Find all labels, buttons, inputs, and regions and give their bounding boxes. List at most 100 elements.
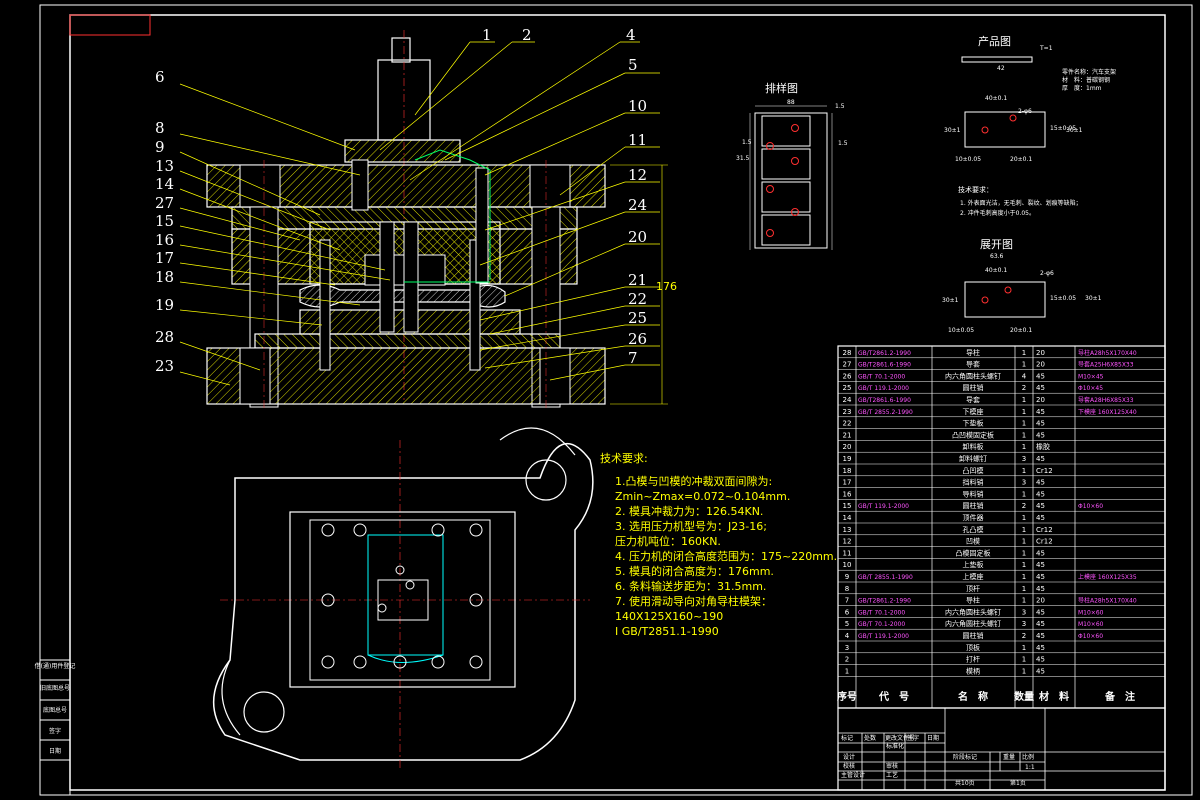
bom-cell-note: Φ10×45 [1078, 385, 1103, 392]
bom-cell-name: 下垫板 [963, 419, 984, 428]
part-label-right-8: 25 [628, 309, 647, 327]
tech-req-title: 技术要求: [600, 452, 648, 465]
bom-cell-note: 导套A25H6X85X33 [1078, 361, 1134, 369]
bom-cell-name: 凸凹模 [963, 466, 984, 475]
bom-cell-mat: 20 [1036, 597, 1045, 605]
bom-cell-qty: 1 [1022, 467, 1026, 475]
bom-header-name: 名 称 [958, 690, 988, 703]
bom-cell-code: GB/T2861.2-1990 [858, 598, 911, 605]
bom-cell-no: 1 [845, 667, 849, 675]
bom-cell-mat: 45 [1036, 573, 1045, 581]
bom-cell-qty: 1 [1022, 361, 1026, 369]
tech-req-line-0: 1.凸模与凹模的冲裁双面间隙为: [615, 474, 772, 488]
bom-cell-name: 凹模 [966, 537, 980, 546]
bom-cell-qty: 1 [1022, 396, 1026, 404]
bom-cell-no: 15 [843, 502, 852, 510]
product-title: 产品图 [978, 34, 1011, 48]
part-label-right-0: 5 [628, 56, 638, 74]
bom-cell-no: 14 [843, 514, 852, 522]
bom-cell-code: GB/T 119.1-2000 [858, 503, 909, 510]
bom-cell-no: 19 [843, 455, 852, 463]
bom-cell-name: 顶板 [966, 643, 980, 652]
bom-header-code: 代 号 [878, 690, 909, 703]
left-strip-4: 日期 [49, 747, 61, 755]
bom-cell-no: 13 [843, 526, 852, 534]
bom-cell-name: 上模座 [963, 572, 984, 581]
bom-cell-qty: 1 [1022, 349, 1026, 357]
tech-req-line-4: 压力机吨位：160KN. [615, 534, 721, 548]
bom-cell-no: 25 [843, 384, 852, 392]
bom-cell-name: 导柱 [966, 348, 980, 357]
bom-cell-mat: 45 [1036, 502, 1045, 510]
bom-cell-mat: 45 [1036, 608, 1045, 616]
part-label-top-0: 1 [482, 26, 492, 44]
tb-sheet-no: 第1页 [1010, 779, 1026, 787]
bom-cell-mat: 20 [1036, 349, 1045, 357]
bom-header-note: 备 注 [1104, 690, 1135, 703]
bom-cell-no: 7 [845, 597, 849, 605]
bom-cell-mat: 20 [1036, 361, 1045, 369]
bom-cell-name: 凸凹模固定板 [952, 430, 994, 439]
tb-weight: 重量 [1003, 753, 1015, 761]
bom-cell-qty: 1 [1022, 490, 1026, 498]
product-thickness: T=1 [1039, 45, 1053, 52]
tech-req-line-8: 7. 使用滑动导向对角导柱模架： [615, 594, 772, 608]
part-label-left-10: 19 [155, 296, 174, 314]
bom-cell-code: GB/T2861.6-1990 [858, 362, 911, 369]
bom-cell-name: 卸料螺钉 [959, 454, 987, 463]
product-tech-1: 2. 冲件毛刺高度小于0.05。 [960, 209, 1035, 217]
part-label-right-2: 11 [628, 131, 647, 149]
bom-cell-mat: 45 [1036, 479, 1045, 487]
product-tech-0: 1. 外表面光洁，无毛刺、裂纹、划痕等缺陷； [960, 199, 1082, 207]
unfold-dim-c: 30±1 [942, 297, 959, 304]
product-dim-b: 2-φ6 [1018, 108, 1032, 115]
part-label-left-11: 28 [155, 328, 174, 346]
bom-cell-no: 24 [843, 396, 852, 404]
product-dim-c: 30±1 [944, 127, 961, 134]
bom-cell-no: 2 [845, 656, 849, 664]
left-strip-1: 旧底图总号 [40, 684, 70, 692]
bom-cell-code: GB/T 2855.1-1990 [858, 574, 913, 581]
part-label-left-7: 16 [155, 231, 174, 249]
tb-r1-1: 处数 [864, 734, 876, 742]
tech-requirements: 技术要求: 1.凸模与凹模的冲裁双面间隙为: Zmin~Zmax=0.072~0… [600, 452, 837, 638]
part-label-left-4: 14 [155, 175, 174, 193]
tb-sheets: 共10页 [955, 779, 975, 787]
bom-cell-name: 挡料销 [963, 478, 984, 487]
bom-cell-mat: 45 [1036, 632, 1045, 640]
bom-cell-qty: 1 [1022, 514, 1026, 522]
bom-cell-mat: 45 [1036, 514, 1045, 522]
bom-cell-note: 下模座 160X125X40 [1078, 408, 1137, 416]
strip-layout-title: 排样图 [765, 81, 798, 95]
bom-cell-qty: 3 [1022, 620, 1026, 628]
part-label-top-2: 4 [626, 26, 636, 44]
part-label-left-1: 8 [155, 119, 165, 137]
tech-req-line-5: 4. 压力机的闭合高度范围为：175~220mm. [615, 549, 837, 563]
bom-cell-no: 23 [843, 408, 852, 416]
unfold-dim-b: 2-φ6 [1040, 270, 1054, 277]
bom-cell-code: GB/T 119.1-2000 [858, 385, 909, 392]
bom-cell-no: 17 [843, 479, 852, 487]
bom-cell-mat: 45 [1036, 372, 1045, 380]
bom-cell-qty: 1 [1022, 656, 1026, 664]
tb-r4-2: 工艺 [886, 771, 898, 779]
bom-cell-name: 内六角圆柱头螺钉 [945, 607, 1001, 616]
bom-cell-note: M10×60 [1078, 621, 1104, 628]
title-block-text: 标记 处数 更改文件号 签字 日期 设计 标准化 校核 审核 主管设计 工艺 阶… [841, 734, 1035, 787]
bom-cell-mat: 45 [1036, 455, 1045, 463]
bom-cell-note: M10×60 [1078, 609, 1104, 616]
part-label-top-1: 2 [522, 26, 532, 44]
bom-cell-name: 卸料板 [963, 442, 984, 451]
bom-cell-code: GB/T 119.1-2000 [858, 633, 909, 640]
product-dim-a: 40±0.1 [985, 95, 1007, 102]
unfold-dim-f: 10±0.05 [948, 327, 974, 334]
bom-cell-name: 打杆 [966, 655, 980, 664]
strip-pitch-dim: 31.5 [736, 155, 750, 162]
unfold-title: 展开图 [980, 238, 1013, 251]
product-overall-dim: 42 [997, 65, 1005, 72]
part-label-right-5: 20 [628, 228, 647, 246]
unfold-dim-a: 40±0.1 [985, 267, 1007, 274]
product-tech-title: 技术要求： [958, 185, 993, 194]
bom-cell-qty: 1 [1022, 431, 1026, 439]
bom-cell-note: Φ10×60 [1078, 503, 1103, 510]
